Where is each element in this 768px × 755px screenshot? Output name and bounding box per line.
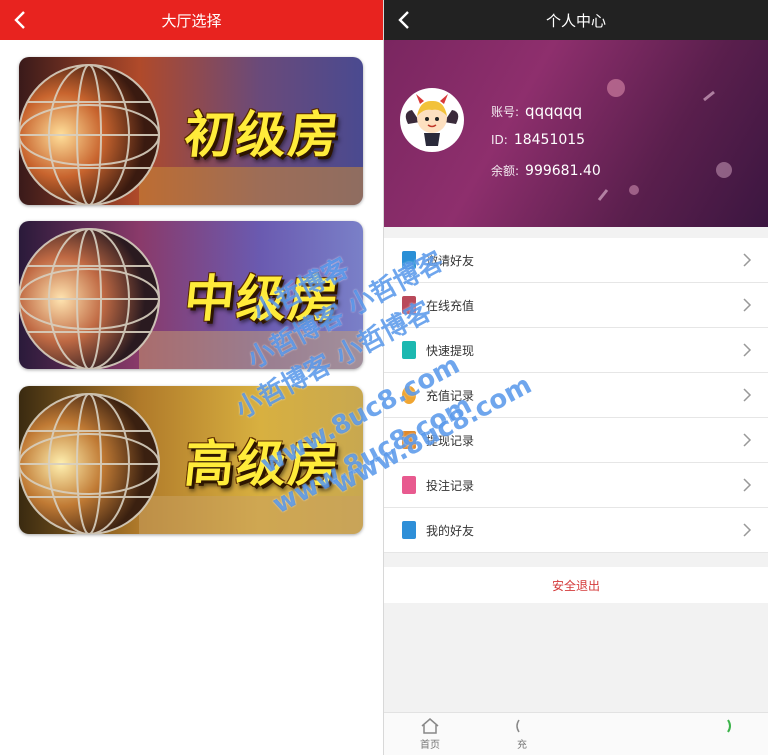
menu-item-my-friends[interactable]: 我的好友 [384, 508, 768, 553]
back-arrow-icon[interactable] [394, 9, 416, 31]
menu-item-label: 我的好友 [426, 523, 475, 538]
id-row: ID: 18451015 [491, 132, 585, 148]
tab-label: 首页 [420, 740, 440, 751]
chevron-right-icon [743, 523, 752, 537]
menu-item-label: 在线充值 [426, 298, 475, 313]
avatar[interactable] [400, 88, 464, 152]
devil-avatar-icon [405, 94, 459, 146]
chevron-right-icon [743, 388, 752, 402]
balance-value: 999681.40 [525, 163, 601, 179]
recharge-tab-icon [516, 719, 520, 733]
bottom-tab-bar: 首页 充 [384, 712, 768, 755]
chevron-right-icon [743, 433, 752, 447]
balance-row: 余额: 999681.40 [491, 162, 601, 179]
chevron-right-icon [743, 253, 752, 267]
friends-icon [402, 521, 416, 539]
profile-card: 账号: qqqqqq ID: 18451015 余额: 999681.40 [384, 40, 768, 227]
balance-label: 余额: [491, 164, 520, 178]
tab-user[interactable] [696, 717, 756, 736]
user-tab-icon [727, 719, 731, 733]
tab-recharge[interactable]: 充 [492, 717, 552, 751]
bet-record-icon [402, 476, 416, 494]
account-value: qqqqqq [525, 102, 583, 120]
room-card-beginner[interactable]: 初级房 [19, 57, 363, 205]
account-row: 账号: qqqqqq [491, 102, 582, 120]
chevron-right-icon [743, 343, 752, 357]
home-icon [421, 718, 439, 734]
id-value: 18451015 [513, 132, 586, 148]
logout-button[interactable]: 安全退出 [384, 567, 768, 603]
tab-label: 充 [517, 740, 527, 751]
back-arrow-icon[interactable] [10, 9, 32, 31]
hall-header: 大厅选择 [0, 0, 383, 40]
hall-title: 大厅选择 [161, 11, 222, 30]
id-label: ID: [491, 133, 508, 147]
chevron-right-icon [743, 298, 752, 312]
chevron-right-icon [743, 478, 752, 492]
menu-item-label: 投注记录 [426, 478, 475, 493]
menu-item-bet-records[interactable]: 投注记录 [384, 463, 768, 508]
withdraw-icon [402, 341, 416, 359]
account-menu: 邀请好友 在线充值 快速提现 充值记录 提现记录 投注记录 我的好友 [384, 238, 768, 553]
tab-home[interactable]: 首页 [400, 717, 460, 751]
account-label: 账号: [491, 105, 520, 119]
room-card-advanced[interactable]: 高级房 [19, 386, 363, 534]
room-label: 初级房 [181, 106, 344, 164]
personal-header: 个人中心 [384, 0, 768, 40]
menu-item-online-recharge[interactable]: 在线充值 [384, 283, 768, 328]
personal-title: 个人中心 [545, 11, 606, 30]
